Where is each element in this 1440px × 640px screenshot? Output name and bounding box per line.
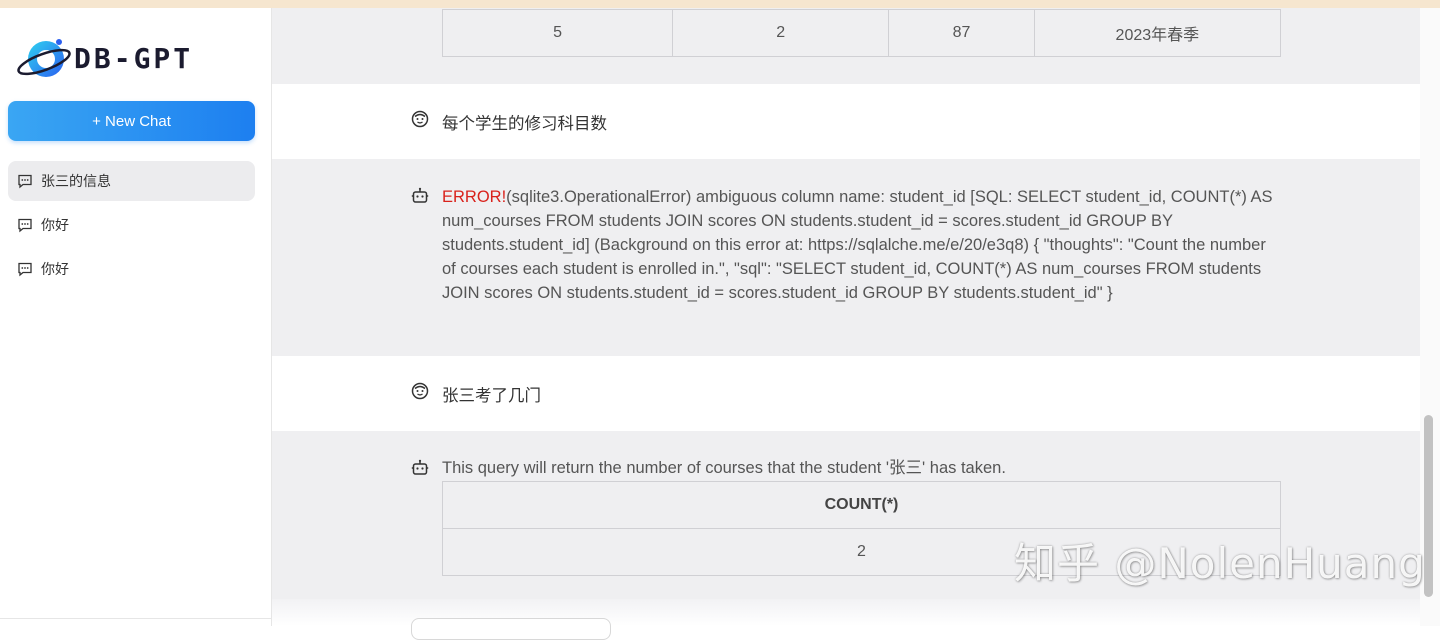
conversation-label: 张三的信息 — [41, 173, 111, 189]
table-header-row: COUNT(*) — [442, 481, 1281, 529]
user-message-text: 张三考了几门 — [442, 387, 541, 405]
bot-error-text: ERROR!(sqlite3.OperationalError) ambiguo… — [442, 185, 1282, 305]
table-row: 5 2 87 2023年春季 — [441, 9, 1282, 57]
error-detail: (sqlite3.OperationalError) ambiguous col… — [442, 188, 1273, 302]
bot-message: ERROR!(sqlite3.OperationalError) ambiguo… — [272, 159, 1420, 356]
logo-text: DB-GPT — [74, 42, 194, 75]
bot-answer-text: This query will return the number of cou… — [442, 459, 1006, 477]
user-message: 每个学生的修习科目数 — [272, 84, 1420, 159]
table-cell: 2023年春季 — [1033, 9, 1282, 57]
result-table: 5 2 87 2023年春季 — [441, 9, 1282, 57]
conversation-item[interactable]: 张三的信息 — [8, 161, 255, 201]
watermark: 知乎 @NolenHuang — [1014, 539, 1426, 588]
conversation-label: 你好 — [41, 217, 69, 233]
sidebar: DB-GPT + New Chat 张三的信息 你好 你好 — [0, 8, 272, 626]
robot-icon — [411, 187, 429, 205]
table-cell: 2 — [672, 9, 890, 57]
table-header-cell: COUNT(*) — [442, 481, 1281, 529]
logo-planet-icon — [17, 39, 71, 77]
table-cell: 87 — [888, 9, 1035, 57]
conversation-item[interactable]: 你好 — [8, 249, 255, 289]
chat-bubble-icon — [17, 173, 33, 189]
table-cell: 5 — [441, 9, 674, 57]
robot-icon — [411, 459, 429, 477]
new-chat-button[interactable]: + New Chat — [8, 101, 255, 141]
conversation-label: 你好 — [41, 261, 69, 277]
app-logo[interactable]: DB-GPT — [16, 32, 256, 84]
user-face-icon — [411, 382, 429, 400]
input-box-edge[interactable] — [411, 618, 611, 640]
user-face-icon — [411, 110, 429, 128]
conversation-list: 张三的信息 你好 你好 — [8, 161, 255, 293]
chat-bubble-icon — [17, 217, 33, 233]
sidebar-divider — [0, 618, 271, 619]
user-message-text: 每个学生的修习科目数 — [442, 115, 607, 133]
chat-bubble-icon — [17, 261, 33, 277]
user-message: 张三考了几门 — [272, 356, 1420, 431]
error-label: ERROR! — [442, 188, 507, 206]
top-banner — [0, 0, 1440, 8]
bot-message: 5 2 87 2023年春季 — [272, 8, 1420, 84]
conversation-item[interactable]: 你好 — [8, 205, 255, 245]
